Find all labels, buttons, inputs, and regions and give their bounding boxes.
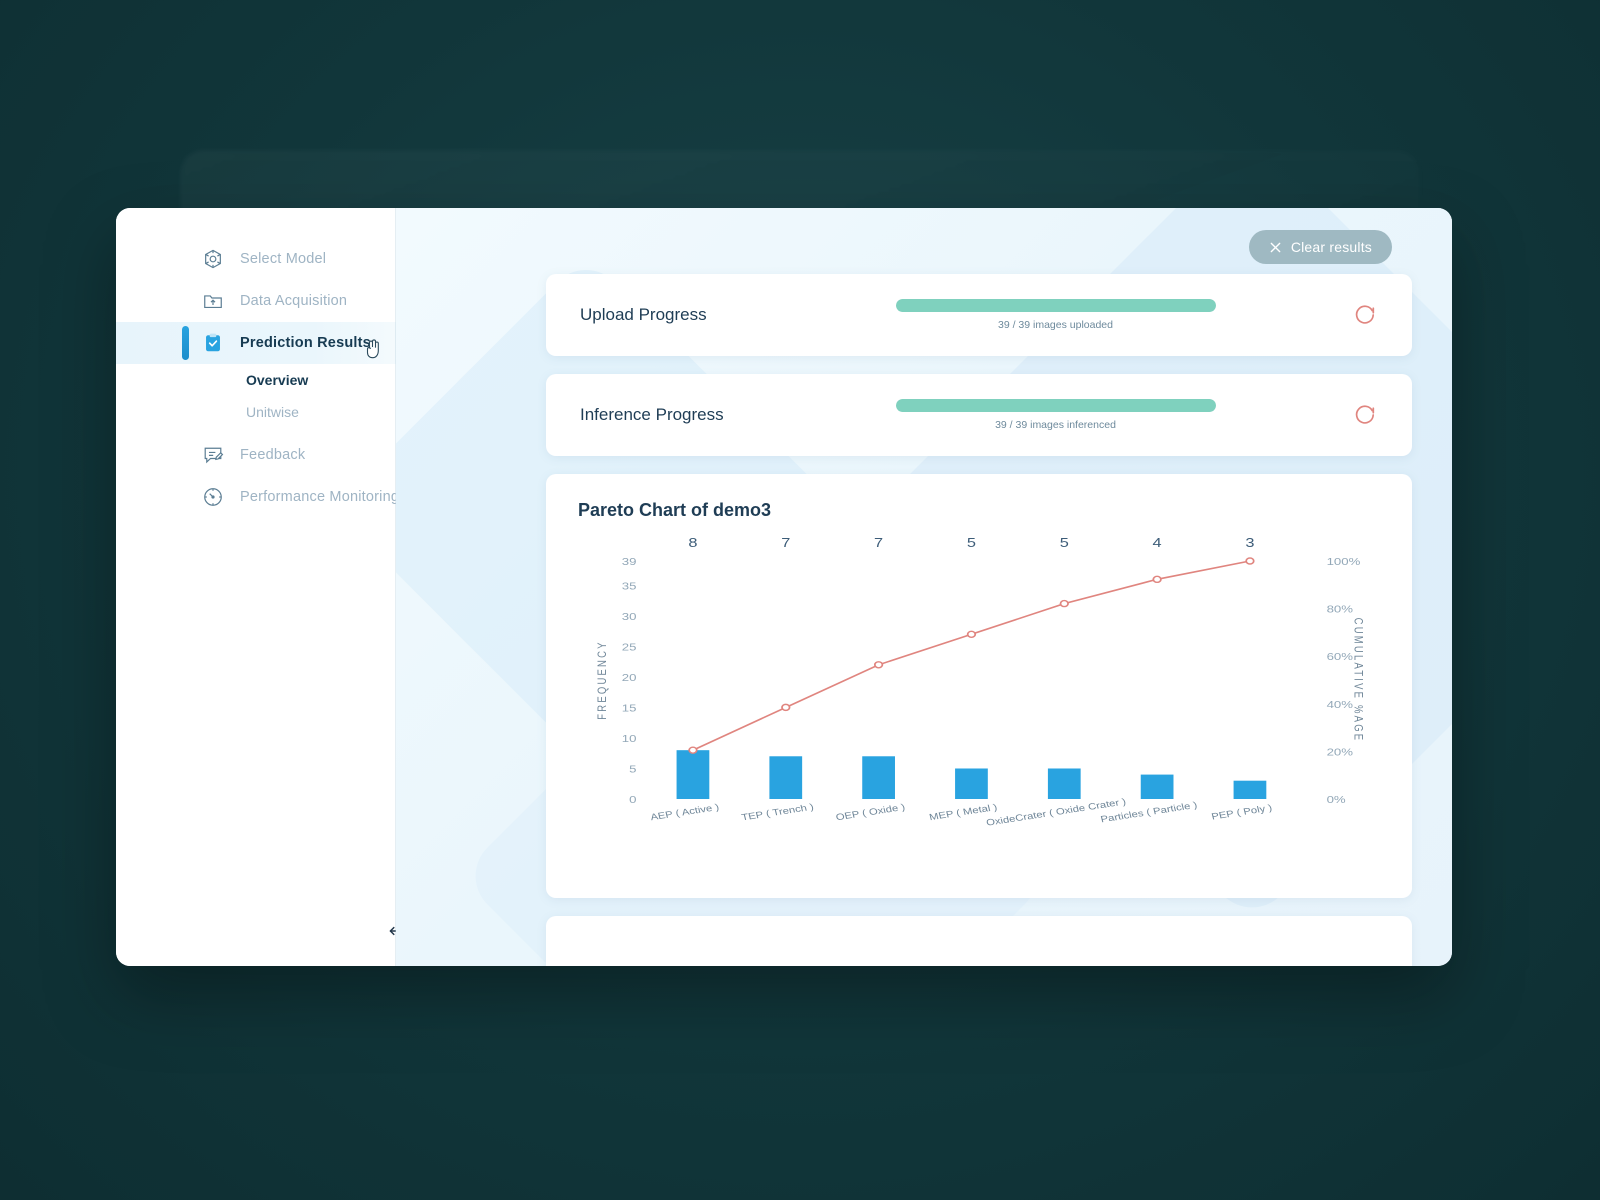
- next-card-partial: [546, 916, 1412, 966]
- y-axis-tick: 30: [622, 610, 637, 622]
- sidebar-item-prediction-results[interactable]: Prediction Results: [116, 322, 396, 364]
- cumulative-point-marker[interactable]: [873, 661, 884, 669]
- cumulative-point-marker[interactable]: [966, 630, 977, 639]
- x-axis-tick-label: PEP ( Poly ): [1211, 803, 1274, 822]
- bar-value-label: 5: [967, 536, 976, 550]
- inference-progress-title: Inference Progress: [580, 405, 724, 424]
- bar-value-label: 4: [1153, 536, 1162, 550]
- bar-value-label: 3: [1245, 536, 1254, 550]
- bar[interactable]: [676, 750, 710, 799]
- sidebar-item-label: Data Acquisition: [240, 293, 348, 309]
- bar-value-label: 7: [781, 536, 790, 550]
- cumulative-point-marker[interactable]: [688, 746, 698, 754]
- inference-progress-wrap: 39 / 39 images inferenced: [785, 399, 1344, 431]
- pareto-chart: 39 35 30 25 20 15 10 5 0 100% 80% 60% 40% 20% 0% FREQUE…: [576, 527, 1382, 887]
- cumulative-point-marker[interactable]: [1152, 575, 1162, 584]
- bar[interactable]: [769, 756, 803, 799]
- bar[interactable]: [1140, 774, 1174, 799]
- app-window: Select Model Data Acquisition Prediction…: [116, 208, 1452, 966]
- y-axis-tick: 25: [622, 641, 637, 653]
- bar-value-label: 8: [688, 536, 697, 550]
- inference-progress-bar: [895, 399, 1216, 412]
- sidebar-subitem-label: Unitwise: [246, 404, 299, 420]
- top-action-bar: Clear results: [546, 230, 1412, 274]
- clear-results-label: Clear results: [1290, 239, 1372, 255]
- main-content: Clear results Upload Progress 39 / 39 im…: [396, 208, 1452, 966]
- y-axis-tick: 39: [622, 555, 637, 567]
- inference-progress-card: Inference Progress 39 / 39 images infere…: [546, 374, 1412, 456]
- model-cube-icon: [202, 248, 224, 270]
- y2-axis-tick: 100%: [1327, 555, 1361, 567]
- bar-value-label: 5: [1060, 536, 1069, 550]
- folder-upload-icon: [202, 290, 224, 312]
- cumulative-line: [692, 560, 1251, 751]
- cumulative-point-marker[interactable]: [781, 703, 791, 712]
- cumulative-point-marker[interactable]: [1059, 599, 1069, 608]
- y2-axis-tick: 20%: [1327, 746, 1354, 758]
- y2-axis-tick: 40%: [1327, 698, 1354, 710]
- bar[interactable]: [955, 768, 988, 799]
- y-axis-tick: 15: [622, 702, 637, 714]
- inference-progress-fill: [895, 399, 1216, 412]
- y2-axis-tick: 60%: [1327, 651, 1354, 663]
- bar[interactable]: [1047, 768, 1081, 799]
- message-edit-icon: [202, 444, 224, 466]
- sidebar-subitem-unitwise[interactable]: Unitwise: [116, 396, 396, 428]
- refresh-spinner-icon[interactable]: [1352, 302, 1378, 328]
- sidebar-item-label: Prediction Results: [240, 335, 371, 351]
- upload-progress-title: Upload Progress: [580, 305, 707, 324]
- sidebar-item-performance-monitoring[interactable]: Performance Monitoring: [116, 476, 400, 518]
- y-axis-tick: 0: [629, 793, 637, 805]
- y-axis-tick: 35: [622, 580, 637, 592]
- bar[interactable]: [1233, 780, 1267, 799]
- pareto-chart-svg: 3935302520151050100%80%60%40%20%0%FREQUE…: [596, 536, 1364, 828]
- sidebar-item-label: Performance Monitoring: [240, 489, 400, 505]
- y-axis-tick: 10: [622, 732, 637, 744]
- bar-value-label: 7: [874, 536, 883, 550]
- y-axis-tick: 20: [622, 671, 637, 683]
- upload-progress-bar: [895, 299, 1216, 312]
- sidebar-subitem-label: Overview: [246, 372, 309, 388]
- y2-axis-tick: 80%: [1327, 603, 1354, 615]
- inference-progress-caption: 39 / 39 images inferenced: [995, 419, 1116, 431]
- chart-title: Pareto Chart of demo3: [578, 500, 772, 520]
- sidebar-item-select-model[interactable]: Select Model: [116, 238, 396, 280]
- main-scroll-area: Clear results Upload Progress 39 / 39 im…: [396, 208, 1452, 966]
- refresh-spinner-icon[interactable]: [1352, 402, 1378, 428]
- y2-axis-title: CUMULATIVE %AGE: [1351, 618, 1364, 743]
- close-x-icon: [1269, 241, 1282, 254]
- clipboard-check-icon: [202, 332, 224, 354]
- sidebar-item-label: Feedback: [240, 447, 306, 463]
- upload-progress-card: Upload Progress 39 / 39 images uploaded: [546, 274, 1412, 356]
- y-axis-title: FREQUENCY: [596, 640, 609, 719]
- cumulative-point-marker[interactable]: [1245, 557, 1255, 565]
- y2-axis-tick: 0%: [1327, 793, 1347, 805]
- sidebar-item-data-acquisition[interactable]: Data Acquisition: [116, 280, 396, 322]
- sidebar-item-feedback[interactable]: Feedback: [116, 434, 396, 476]
- x-axis-tick-label: OEP ( Oxide ): [835, 803, 906, 823]
- x-axis-tick-label: TEP ( Trench ): [741, 803, 815, 824]
- sidebar-item-label: Select Model: [240, 251, 327, 267]
- gauge-icon: [202, 486, 224, 508]
- clear-results-button[interactable]: Clear results: [1248, 230, 1392, 264]
- pareto-chart-card: Pareto Chart of demo3 39 35 30 25 20 15 10 5 0 10…: [546, 474, 1412, 898]
- upload-progress-caption: 39 / 39 images uploaded: [997, 319, 1113, 331]
- upload-progress-wrap: 39 / 39 images uploaded: [785, 299, 1344, 331]
- x-axis-tick-label: AEP ( Active ): [650, 803, 721, 823]
- y-axis-tick: 5: [629, 763, 637, 775]
- bar[interactable]: [862, 756, 895, 799]
- sidebar-subitem-overview[interactable]: Overview: [116, 364, 396, 396]
- upload-progress-fill: [895, 299, 1216, 312]
- sidebar: Select Model Data Acquisition Prediction…: [116, 208, 402, 966]
